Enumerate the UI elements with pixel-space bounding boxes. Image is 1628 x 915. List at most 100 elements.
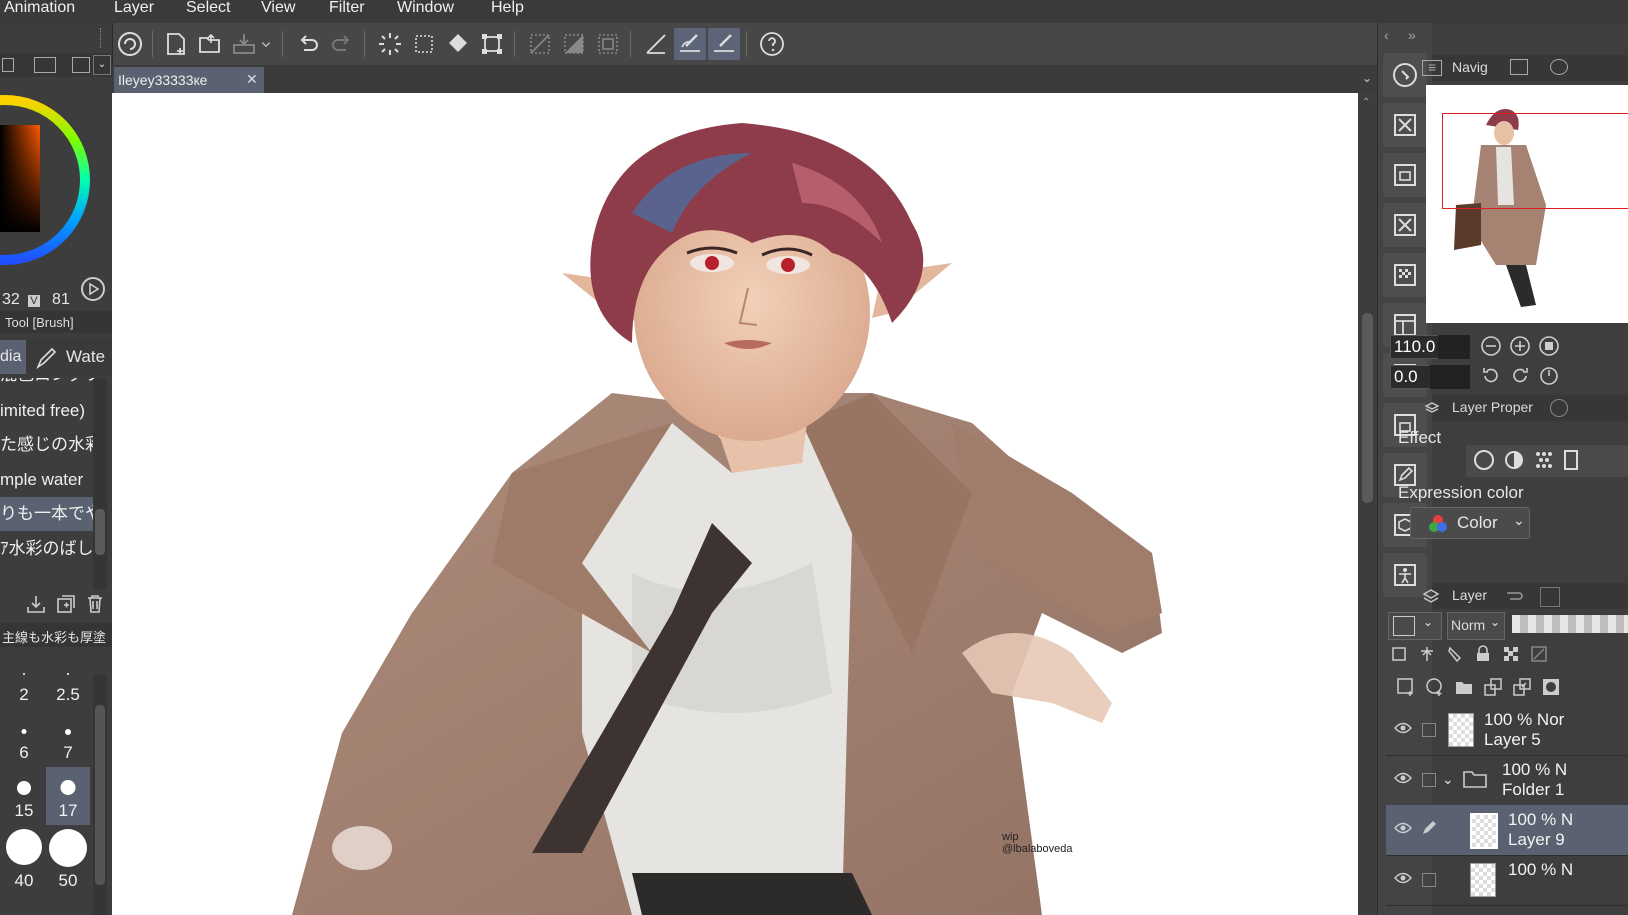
color-set-tab-icon[interactable]: [72, 57, 90, 73]
navigator-tab-icon[interactable]: [1422, 60, 1442, 76]
zoom-in-icon[interactable]: [1509, 335, 1531, 357]
color-wheel-tab-icon[interactable]: [2, 58, 14, 72]
create-mask-icon[interactable]: [1541, 677, 1561, 697]
border-effect-icon[interactable]: [1474, 450, 1494, 470]
undo-icon[interactable]: [292, 28, 324, 60]
trash-icon[interactable]: [84, 593, 106, 615]
fill-icon[interactable]: [442, 28, 474, 60]
menu-select[interactable]: Select: [186, 0, 230, 23]
canvas-vertical-scrollbar[interactable]: ⌃: [1358, 93, 1377, 915]
clear-outside-icon[interactable]: [408, 28, 440, 60]
clear-icon[interactable]: [374, 28, 406, 60]
chevron-up-icon[interactable]: ⌃: [1362, 97, 1370, 108]
color-slider-tab-icon[interactable]: [34, 57, 56, 73]
layer-row-selected[interactable]: 100 % N Layer 9: [1386, 805, 1628, 856]
info-tab-icon[interactable]: [1550, 59, 1568, 75]
new-folder-icon[interactable]: [1454, 677, 1474, 697]
brush-size-cell[interactable]: 50: [46, 825, 90, 895]
redo-icon[interactable]: [326, 28, 358, 60]
menu-animation[interactable]: Animation: [4, 0, 75, 23]
pose-figure-icon[interactable]: [1383, 553, 1427, 597]
panel-tab-icon[interactable]: [1550, 399, 1568, 417]
brush-size-cell[interactable]: 15: [2, 767, 46, 825]
transfer-down-icon[interactable]: [1483, 677, 1503, 697]
layer-row[interactable]: 100 % Nor Layer 5: [1386, 705, 1628, 756]
subview-tab-icon[interactable]: [1510, 59, 1528, 75]
chevron-down-icon[interactable]: ⌄: [1442, 771, 1454, 788]
combine-down-icon[interactable]: [1512, 677, 1532, 697]
brush-item[interactable]: imited free): [0, 394, 94, 428]
draft-icon[interactable]: [1446, 645, 1464, 663]
brush-size-cell-selected[interactable]: 17: [46, 767, 90, 825]
zoom-out-icon[interactable]: [1480, 335, 1502, 357]
download-icon[interactable]: [25, 593, 47, 615]
snap-special-ruler-icon[interactable]: [674, 28, 706, 60]
tone-icon[interactable]: [1534, 450, 1554, 470]
export-icon[interactable]: [228, 28, 260, 60]
brush-size-scrollbar[interactable]: [93, 675, 107, 915]
watercolor-edge-icon[interactable]: [1504, 450, 1524, 470]
brush-size-cell[interactable]: 2.5: [46, 651, 90, 709]
menu-layer[interactable]: Layer: [114, 0, 154, 23]
brush-list-scrollbar[interactable]: [93, 379, 107, 589]
subtool-tab-dia[interactable]: dia: [0, 340, 26, 374]
reference-icon[interactable]: [1418, 645, 1436, 663]
pattern-icon[interactable]: [1383, 253, 1427, 297]
subtool-tab-wate[interactable]: Wate: [66, 340, 105, 374]
close-icon[interactable]: ✕: [246, 71, 258, 88]
chevron-double-right-icon[interactable]: »: [1408, 27, 1416, 43]
layer-property-tab-label[interactable]: Layer Proper: [1452, 399, 1533, 415]
rotation-slider[interactable]: [1430, 365, 1470, 389]
blend-mode-select[interactable]: Norm ⌄: [1447, 612, 1505, 640]
layer-lock-checkbox[interactable]: [1422, 873, 1436, 887]
help-icon[interactable]: [756, 28, 788, 60]
chevron-down-icon[interactable]: [258, 28, 274, 60]
brush-item[interactable]: た感じの水彩: [0, 428, 94, 462]
lock-transparency-icon[interactable]: [1502, 645, 1520, 663]
chevron-down-icon[interactable]: ⌄: [93, 55, 111, 75]
new-vector-layer-icon[interactable]: [1425, 677, 1445, 697]
navigator-viewport-frame[interactable]: [1442, 113, 1628, 209]
expression-color-select[interactable]: Color ⌄: [1410, 507, 1530, 539]
deselect-icon[interactable]: [524, 28, 556, 60]
open-folder-icon[interactable]: [194, 28, 226, 60]
fit-screen-icon[interactable]: [1538, 335, 1560, 357]
brush-size-cell[interactable]: 2: [2, 651, 46, 709]
menu-filter[interactable]: Filter: [329, 0, 365, 23]
menu-view[interactable]: View: [261, 0, 295, 23]
drawing-canvas[interactable]: wip @lbalaboveda: [112, 93, 1358, 915]
app-logo-icon[interactable]: [114, 28, 146, 60]
layer-row[interactable]: 100 % N: [1386, 855, 1628, 906]
crop-icon[interactable]: [1383, 203, 1427, 247]
menu-window[interactable]: Window: [397, 0, 454, 23]
layer-color-icon[interactable]: [1564, 450, 1578, 470]
search-icon[interactable]: [1383, 53, 1427, 97]
chevron-down-icon[interactable]: ⌄: [1362, 71, 1372, 85]
navigator-preview[interactable]: [1426, 85, 1628, 323]
brush-item[interactable]: mple water: [0, 463, 94, 497]
brush-item[interactable]: ｱ水彩のばし: [0, 532, 94, 566]
rotate-right-icon[interactable]: [1509, 365, 1531, 387]
ruler-snap-icon[interactable]: [640, 28, 672, 60]
document-tab[interactable]: Ileyey33333кe ✕: [114, 67, 264, 93]
panel-tab-icon[interactable]: [1540, 587, 1560, 607]
eye-icon[interactable]: [1394, 771, 1412, 785]
navigator-tab-label[interactable]: Navig: [1452, 59, 1488, 75]
layer-lock-checkbox[interactable]: [1422, 723, 1436, 737]
rotation-field[interactable]: 0.0: [1390, 365, 1431, 389]
snap-grid-icon[interactable]: [708, 28, 740, 60]
new-file-icon[interactable]: [160, 28, 192, 60]
lock-icon[interactable]: [1474, 645, 1492, 663]
eye-icon[interactable]: [1394, 821, 1412, 835]
new-raster-layer-icon[interactable]: [1396, 677, 1416, 697]
menu-help[interactable]: Help: [491, 0, 524, 23]
zoom-slider[interactable]: [1438, 335, 1470, 359]
brush-size-cell[interactable]: 6: [2, 709, 46, 767]
show-selection-icon[interactable]: [592, 28, 624, 60]
clip-icon[interactable]: [1390, 645, 1408, 663]
eye-icon[interactable]: [1394, 721, 1412, 735]
opacity-slider[interactable]: [1512, 615, 1628, 633]
duplicate-icon[interactable]: [55, 593, 77, 615]
brush-item-selected[interactable]: りも一本でや: [0, 497, 94, 531]
layer-lock-checkbox[interactable]: [1422, 773, 1436, 787]
